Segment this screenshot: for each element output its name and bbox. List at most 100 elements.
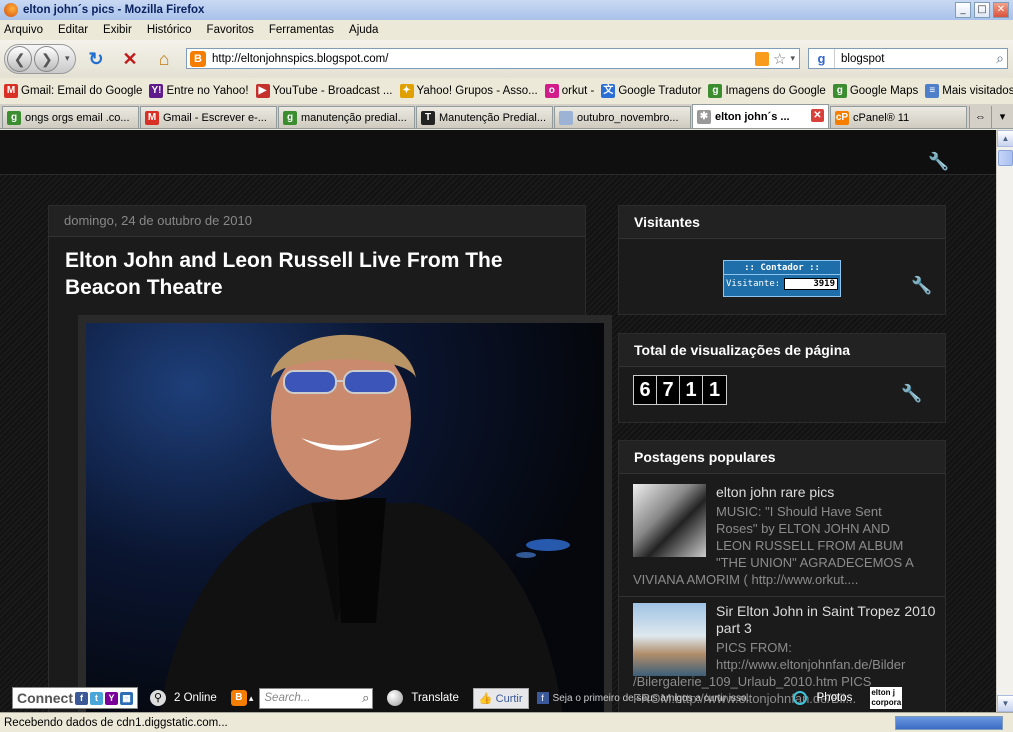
- connect-box[interactable]: Connect f t Y ▦: [12, 687, 138, 709]
- google-maps-icon: g: [832, 84, 847, 98]
- status-bar: Recebendo dados de cdn1.diggstatic.com..…: [0, 712, 1013, 732]
- web-page: 🔧 domingo, 24 de outubro de 2010 Elton J…: [0, 130, 996, 712]
- close-tab-icon[interactable]: ✕: [811, 109, 824, 122]
- scroll-up-arrow[interactable]: ▲: [997, 130, 1013, 147]
- popular-post-item: elton john rare pics MUSIC: "I Should Ha…: [633, 484, 938, 594]
- rss-feed-icon[interactable]: [755, 51, 770, 66]
- menu-exibir[interactable]: Exibir: [103, 24, 132, 36]
- gmail-icon: M: [145, 110, 159, 125]
- like-thumb-icon: 👍: [478, 692, 493, 705]
- tab-label: outubro_novembro...: [577, 111, 679, 124]
- menu-ajuda[interactable]: Ajuda: [349, 24, 378, 36]
- google-icon: g: [7, 110, 21, 125]
- online-count[interactable]: 2 Online: [174, 692, 217, 704]
- yahoo-groups-icon: ✦: [399, 84, 414, 98]
- address-bar[interactable]: B http://eltonjohnspics.blogspot.com/ ☆ …: [186, 48, 800, 69]
- search-box[interactable]: g blogspot ⌕: [808, 48, 1008, 69]
- bookmark-item[interactable]: M Gmail: Email do Google: [4, 84, 142, 98]
- search-magnifier-icon[interactable]: ⌕: [996, 50, 1004, 67]
- tab[interactable]: cP cPanel® 11: [830, 106, 967, 128]
- tab[interactable]: M Gmail - Escrever e-...: [140, 106, 277, 128]
- gmail-icon: M: [4, 84, 18, 98]
- forward-button[interactable]: ❯: [34, 46, 60, 72]
- popular-post-title[interactable]: elton john rare pics: [716, 484, 938, 501]
- wrench-icon[interactable]: 🔧: [928, 152, 949, 172]
- counter-label: :: Contador ::: [724, 261, 840, 275]
- bookmark-item[interactable]: g Imagens do Google: [708, 84, 826, 98]
- vertical-scrollbar[interactable]: ▲ ▼: [996, 130, 1013, 712]
- bookmark-label: orkut -: [561, 85, 595, 97]
- bookmark-item[interactable]: ▶ YouTube - Broadcast ...: [255, 84, 393, 98]
- photo-illustration: [159, 334, 570, 712]
- minimize-button[interactable]: _: [955, 2, 971, 18]
- navigation-toolbar: ❮ ❯ ▾ ↻ ✕ ⌂ B http://eltonjohnspics.blog…: [0, 40, 1013, 78]
- translate-button[interactable]: Translate: [411, 692, 459, 704]
- tab-active[interactable]: ✱ elton john´s ... ✕: [692, 104, 829, 128]
- elton-john-photo[interactable]: [86, 323, 604, 712]
- window-controls: _ □ ✕: [955, 2, 1009, 18]
- online-icon: ⚲: [150, 690, 166, 706]
- maximize-button[interactable]: □: [974, 2, 990, 18]
- blog-navbar: 🔧: [0, 130, 996, 175]
- bookmark-star-icon[interactable]: ☆: [773, 50, 786, 68]
- menu-bar: Arquivo Editar Exibir Histórico Favorito…: [0, 20, 1013, 40]
- translate-globe-icon[interactable]: [387, 690, 404, 706]
- google-search-engine-icon[interactable]: g: [809, 49, 835, 68]
- twitter-icon[interactable]: t: [90, 691, 103, 705]
- tab-scroll-icon[interactable]: ⇔: [969, 106, 991, 128]
- firefox-icon: [4, 3, 18, 17]
- search-input[interactable]: blogspot: [835, 53, 996, 65]
- menu-historico[interactable]: Histórico: [147, 24, 192, 36]
- facebook-icon[interactable]: f: [75, 691, 88, 705]
- visitor-counter[interactable]: :: Contador :: Visitante: 3919: [723, 260, 841, 297]
- bookmark-item[interactable]: g Google Maps: [832, 84, 918, 98]
- wrench-icon[interactable]: 🔧: [911, 276, 932, 296]
- tab[interactable]: T Manutenção Predial...: [416, 106, 553, 128]
- visitors-label: Visitante:: [726, 279, 781, 289]
- photos-icon[interactable]: [792, 691, 807, 705]
- menu-editar[interactable]: Editar: [58, 24, 88, 36]
- post-title[interactable]: Elton John and Leon Russell Live From Th…: [49, 237, 585, 301]
- stop-icon[interactable]: ✕: [116, 49, 144, 70]
- blog-logo[interactable]: elton j corpora: [870, 687, 903, 709]
- translate-icon: 文: [601, 84, 616, 98]
- popular-posts-widget: Postagens populares elton john rare pics…: [618, 440, 946, 712]
- bookmark-item[interactable]: ≡ Mais visitados: [925, 84, 1013, 98]
- close-window-button[interactable]: ✕: [993, 2, 1009, 18]
- windows-icon[interactable]: ▦: [120, 691, 133, 705]
- tab[interactable]: g ongs orgs email .co...: [2, 106, 139, 128]
- bookmark-item[interactable]: 文 Google Tradutor: [601, 84, 701, 98]
- menu-ferramentas[interactable]: Ferramentas: [269, 24, 334, 36]
- blogger-icon[interactable]: B: [230, 690, 247, 706]
- digg-search-input[interactable]: Search... ⌕: [259, 687, 374, 709]
- bookmark-item[interactable]: Y! Entre no Yahoo!: [149, 84, 249, 98]
- bookmark-label: Gmail: Email do Google: [21, 85, 143, 97]
- url-dropdown-icon[interactable]: ▾: [790, 53, 795, 64]
- tab[interactable]: outubro_novembro...: [554, 106, 691, 128]
- photos-button[interactable]: Photos: [817, 692, 853, 704]
- bookmark-label: Google Tradutor: [618, 85, 702, 97]
- blogger-dropdown-icon[interactable]: ▴: [249, 693, 254, 704]
- status-text: Recebendo dados de cdn1.diggstatic.com..…: [4, 716, 228, 729]
- yahoo-icon[interactable]: Y: [105, 691, 118, 705]
- menu-favoritos[interactable]: Favoritos: [207, 24, 254, 36]
- bookmark-item[interactable]: o orkut -: [544, 84, 595, 98]
- scroll-thumb[interactable]: [998, 150, 1013, 166]
- tab-list-icon[interactable]: ▾: [991, 106, 1013, 128]
- tab[interactable]: g manutenção predial...: [278, 106, 415, 128]
- url-text[interactable]: http://eltonjohnspics.blogspot.com/: [212, 53, 755, 65]
- menu-arquivo[interactable]: Arquivo: [4, 24, 43, 36]
- back-button[interactable]: ❮: [7, 46, 33, 72]
- bookmark-item[interactable]: ✦ Yahoo! Grupos - Asso...: [399, 84, 538, 98]
- wrench-icon[interactable]: 🔧: [901, 384, 922, 404]
- home-icon[interactable]: ⌂: [150, 49, 178, 70]
- reload-icon[interactable]: ↻: [82, 49, 110, 70]
- popular-post-title[interactable]: Sir Elton John in Saint Tropez 2010 part…: [716, 603, 938, 637]
- tab-bar: g ongs orgs email .co... M Gmail - Escrever…: [0, 104, 1013, 129]
- visitors-widget: Visitantes :: Contador :: Visitante: 391…: [618, 205, 946, 315]
- like-button[interactable]: 👍 Curtir: [472, 687, 529, 709]
- scroll-down-arrow[interactable]: ▼: [997, 695, 1013, 712]
- post-photo-frame: [78, 315, 612, 712]
- search-icon[interactable]: ⌕: [362, 690, 369, 706]
- history-dropdown-icon[interactable]: ▾: [61, 46, 73, 72]
